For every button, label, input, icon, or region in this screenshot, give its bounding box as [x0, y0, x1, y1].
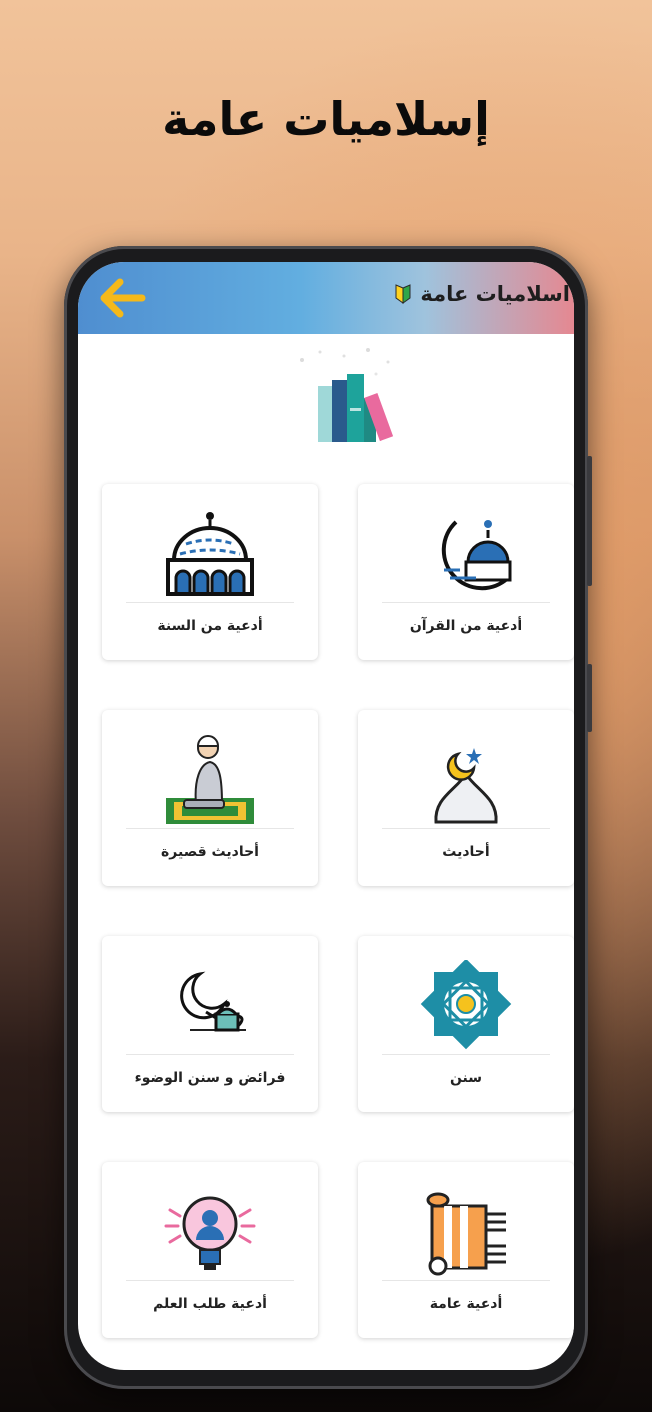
card-label: أدعية طلب العلم — [153, 1296, 267, 1312]
card-knowledge-duas[interactable]: أدعية طلب العلم — [102, 1162, 318, 1338]
card-short-hadiths[interactable]: أحاديث قصيرة — [102, 710, 318, 886]
prayer-rug-icon — [426, 1192, 506, 1276]
card-divider — [382, 1054, 550, 1055]
back-button[interactable] — [96, 276, 148, 320]
app-bar: اسلاميات عامة — [78, 262, 574, 334]
card-general-duas[interactable]: أدعية عامة — [358, 1162, 574, 1338]
card-divider — [382, 1280, 550, 1281]
card-divider — [382, 602, 550, 603]
card-quran-duas[interactable]: أدعية من القرآن — [358, 484, 574, 660]
books-icon — [300, 348, 394, 442]
card-divider — [126, 828, 294, 829]
volume-button — [587, 456, 592, 586]
card-wudu[interactable]: فرائض و سنن الوضوء — [102, 936, 318, 1112]
dome-crescent-icon — [434, 748, 498, 824]
moon-teapot-icon — [180, 971, 246, 1032]
card-label: أحاديث قصيرة — [161, 844, 259, 860]
power-button — [587, 664, 592, 732]
app-screen: اسلاميات عامة أدعية من القرآن أدعية من ا… — [78, 262, 574, 1370]
praying-man-icon — [166, 735, 254, 824]
back-arrow-icon — [100, 278, 146, 318]
beginner-leaf-icon — [395, 284, 411, 304]
app-bar-title-group: اسلاميات عامة — [394, 282, 570, 306]
card-label: أدعية من القرآن — [409, 618, 523, 634]
card-divider — [126, 1280, 294, 1281]
card-label: سنن — [449, 1070, 483, 1086]
card-sunan[interactable]: سنن — [358, 936, 574, 1112]
phone-frame: اسلاميات عامة أدعية من القرآن أدعية من ا… — [64, 246, 592, 1389]
promo-title: إسلاميات عامة — [162, 92, 490, 146]
card-divider — [382, 828, 550, 829]
card-label: أدعية عامة — [429, 1296, 503, 1312]
crescent-mosque-icon — [441, 520, 512, 591]
islamic-star-icon — [420, 960, 512, 1050]
app-bar-title: اسلاميات عامة — [420, 282, 570, 306]
card-divider — [126, 602, 294, 603]
card-label: أحاديث — [442, 844, 490, 860]
card-divider — [126, 1054, 294, 1055]
mosque-dome-icon — [166, 512, 254, 596]
lightbulb-person-icon — [164, 1196, 256, 1270]
card-hadiths[interactable]: أحاديث — [358, 710, 574, 886]
card-sunnah-duas[interactable]: أدعية من السنة — [102, 484, 318, 660]
card-label: أدعية من السنة — [157, 618, 263, 634]
card-label: فرائض و سنن الوضوء — [134, 1070, 286, 1086]
